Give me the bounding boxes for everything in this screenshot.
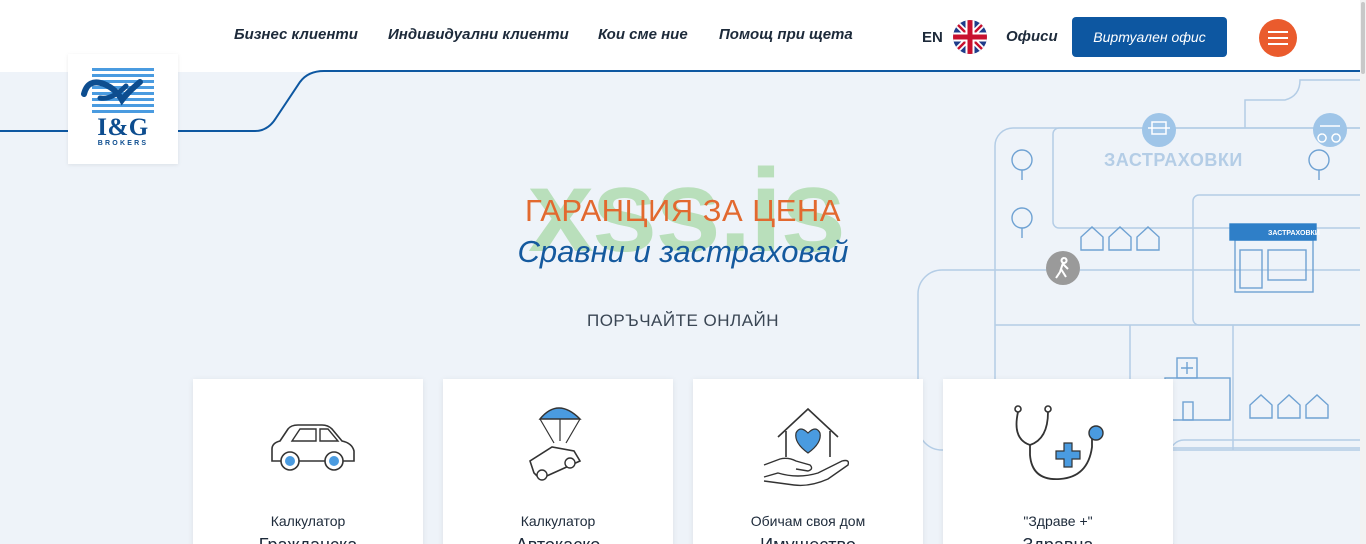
nav-claims-help[interactable]: Помощ при щета xyxy=(719,26,853,43)
virtual-office-button[interactable]: Виртуален офис xyxy=(1072,17,1227,57)
logo-subtext: BROKERS xyxy=(97,140,149,147)
map-insurance-label: ЗАСТРАХОВКИ xyxy=(1104,150,1243,170)
scrollbar-thumb[interactable] xyxy=(1361,2,1365,74)
company-logo[interactable]: I&G BROKERS xyxy=(68,54,178,164)
hero-subtitle: Сравни и застраховай xyxy=(517,234,849,269)
language-switch[interactable]: EN xyxy=(922,29,943,46)
nav-about-us[interactable]: Кои сме ние xyxy=(598,26,688,43)
card-label: Калкулатор xyxy=(270,513,346,529)
stethoscope-icon xyxy=(1014,405,1104,480)
home-heart-icon xyxy=(763,407,850,487)
card-label-secondary: Автокаско xyxy=(443,535,673,544)
card-label: Калкулатор xyxy=(520,513,596,529)
card-civil-liability-calculator[interactable]: Калкулатор Гражданска xyxy=(193,379,423,544)
scrollbar-track[interactable] xyxy=(1360,0,1366,544)
logo-text: I&G xyxy=(97,114,149,141)
card-home-insurance[interactable]: Обичам своя дом Имущество xyxy=(693,379,923,544)
shop-sign-text: ЗАСТРАХОВКИ xyxy=(1268,230,1320,237)
nav-offices[interactable]: Офиси xyxy=(1006,28,1058,45)
card-label-secondary: Здравна xyxy=(943,535,1173,544)
parachute-car-icon xyxy=(529,407,582,481)
uk-flag-icon[interactable] xyxy=(953,20,987,54)
card-label: "Здраве +" xyxy=(1023,513,1093,529)
nav-individual-clients[interactable]: Индивидуални клиенти xyxy=(388,26,569,43)
card-label-secondary: Гражданска xyxy=(193,535,423,544)
hero-title: ГАРАНЦИЯ ЗА ЦЕНА xyxy=(525,193,841,228)
card-casco-calculator[interactable]: Калкулатор Автокаско xyxy=(443,379,673,544)
hamburger-menu-icon[interactable] xyxy=(1259,19,1297,57)
order-online-heading: ПОРЪЧАЙТЕ ОНЛАЙН xyxy=(586,311,780,330)
nav-business-clients[interactable]: Бизнес клиенти xyxy=(234,26,358,43)
card-label: Обичам своя дом xyxy=(750,513,866,529)
car-icon xyxy=(271,424,355,471)
card-label-secondary: Имущество xyxy=(693,535,923,544)
card-health-insurance[interactable]: "Здраве +" Здравна xyxy=(943,379,1173,544)
